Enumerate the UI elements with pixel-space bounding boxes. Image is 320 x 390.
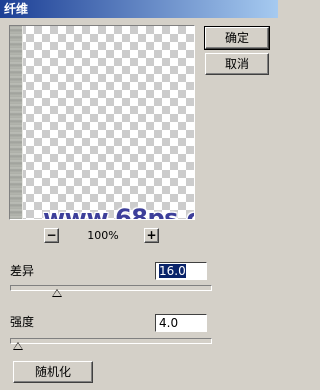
watermark: www.68ps.com — [43, 204, 194, 220]
strength-field[interactable]: 4.0 — [155, 314, 207, 332]
fiber-preview-strip — [10, 26, 23, 219]
variance-field[interactable]: 16.0 — [155, 262, 207, 280]
variance-value: 16.0 — [159, 264, 186, 278]
window-title: 纤维 — [4, 2, 29, 16]
title-bar: 纤维 — [0, 0, 278, 18]
preview-pane[interactable]: www.68ps.com — [9, 25, 195, 220]
strength-slider-track[interactable] — [10, 338, 212, 344]
zoom-in-button[interactable]: + — [144, 228, 159, 243]
minus-icon: − — [46, 228, 57, 242]
zoom-out-button[interactable]: − — [44, 228, 59, 243]
variance-label: 差异 — [10, 264, 35, 278]
randomize-button[interactable]: 随机化 — [13, 361, 93, 383]
ok-button[interactable]: 确定 — [204, 26, 270, 50]
variance-slider-thumb[interactable] — [52, 289, 62, 297]
cancel-button[interactable]: 取消 — [205, 53, 269, 75]
zoom-level: 100% — [87, 229, 119, 242]
plus-icon: + — [146, 228, 157, 242]
strength-slider-thumb[interactable] — [13, 342, 23, 350]
variance-slider-track[interactable] — [10, 285, 212, 291]
strength-label: 强度 — [10, 315, 35, 329]
strength-value: 4.0 — [159, 316, 179, 330]
